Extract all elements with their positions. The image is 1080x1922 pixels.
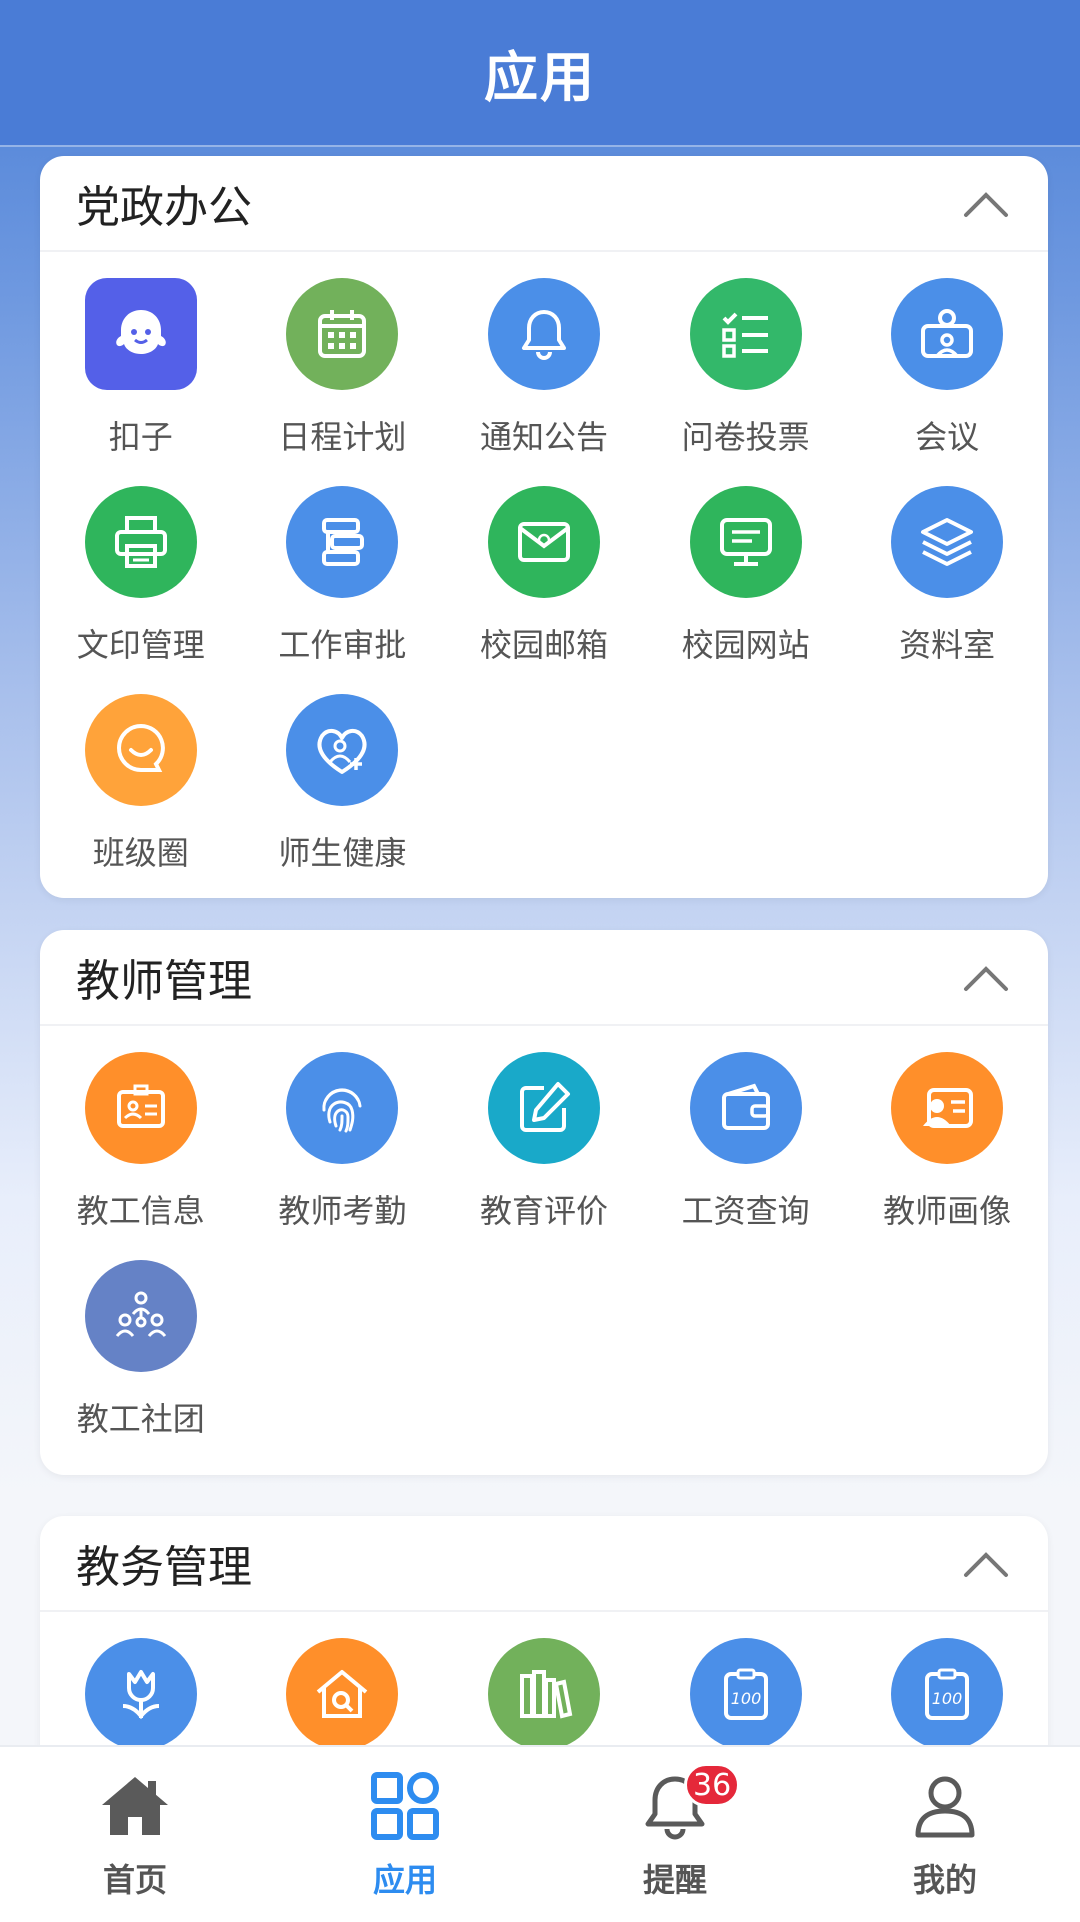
app-label: 班级圈 (92, 834, 189, 872)
apps-grid-icon (371, 1772, 439, 1840)
app-label: 通知公告 (479, 418, 608, 456)
calendar-icon (286, 278, 399, 390)
app-item[interactable]: 工作审批 (242, 486, 444, 694)
app-label: 校园网站 (681, 626, 810, 664)
section-title: 教务管理 (76, 1542, 252, 1593)
section-header[interactable]: 教师管理 (40, 930, 1048, 1026)
tulip-icon (84, 1638, 197, 1750)
section-header[interactable]: 教务管理 (40, 1516, 1048, 1612)
app-item[interactable]: 会议 (846, 278, 1048, 486)
app-label: 师生健康 (278, 834, 407, 872)
chat-smile-icon (84, 694, 197, 806)
app-label: 资料室 (899, 626, 996, 664)
app-item[interactable]: 教工社团 (40, 1260, 242, 1468)
group-icon (84, 1260, 197, 1372)
section-header[interactable]: 党政办公 (40, 156, 1048, 252)
tab-label: 提醒 (642, 1861, 707, 1899)
mail-icon (487, 486, 600, 598)
profile-card-icon (891, 1052, 1004, 1164)
monitor-icon (689, 486, 802, 598)
app-label: 校园邮箱 (479, 626, 608, 664)
app-item[interactable]: 校园邮箱 (443, 486, 645, 694)
svg-text:100: 100 (932, 1689, 963, 1708)
app-item[interactable]: 工资查询 (645, 1052, 847, 1260)
bottom-tab-bar: 首页 应用 36 提醒 我的 (0, 1745, 1080, 1922)
app-item[interactable]: 日程计划 (242, 278, 444, 486)
section-teacher-management: 教师管理 教工信息 教师考勤 教育评价 工资查询 教师画像 教工社团 (40, 930, 1048, 1475)
tab-reminders[interactable]: 36 提醒 (540, 1747, 810, 1922)
app-label: 工作审批 (278, 626, 407, 664)
page-title: 应用 (484, 46, 596, 109)
health-icon (286, 694, 399, 806)
ghost-icon (84, 278, 197, 390)
edit-icon (487, 1052, 600, 1164)
tab-label: 首页 (102, 1861, 167, 1899)
meeting-icon (891, 278, 1004, 390)
books-icon (487, 1638, 600, 1750)
layers-icon (891, 486, 1004, 598)
house-search-icon (286, 1638, 399, 1750)
app-label: 问卷投票 (681, 418, 810, 456)
app-item[interactable]: 教师考勤 (242, 1052, 444, 1260)
app-item[interactable]: 扣子 (40, 278, 242, 486)
score-100-icon: 100 (689, 1638, 802, 1750)
app-item[interactable]: 教工信息 (40, 1052, 242, 1260)
app-item[interactable]: 教师画像 (846, 1052, 1048, 1260)
app-label: 教育评价 (479, 1192, 608, 1230)
chevron-up-icon[interactable] (960, 185, 1012, 221)
svg-text:100: 100 (730, 1689, 761, 1708)
app-item[interactable]: 通知公告 (443, 278, 645, 486)
user-icon (915, 1776, 975, 1838)
approval-icon (286, 486, 399, 598)
app-label: 教工信息 (76, 1192, 205, 1230)
app-label: 教师画像 (883, 1192, 1012, 1230)
score-100-icon: 100 (891, 1638, 1004, 1750)
app-item[interactable]: 资料室 (846, 486, 1048, 694)
home-icon (102, 1777, 168, 1835)
app-header: 应用 (0, 0, 1080, 145)
app-item[interactable]: 班级圈 (40, 694, 242, 898)
tab-mine[interactable]: 我的 (810, 1747, 1080, 1922)
tab-apps[interactable]: 应用 (270, 1747, 540, 1922)
printer-icon (84, 486, 197, 598)
app-label: 扣子 (108, 418, 173, 456)
app-item[interactable]: 文印管理 (40, 486, 242, 694)
app-label: 日程计划 (278, 418, 407, 456)
tab-home[interactable]: 首页 (0, 1747, 270, 1922)
section-party-office: 党政办公 扣子 日程计划 通知公告 问卷投票 会议 文印管理 工作审批 校园邮箱… (40, 156, 1048, 898)
app-item[interactable]: 校园网站 (645, 486, 847, 694)
tab-label: 应用 (372, 1861, 437, 1899)
app-item[interactable]: 师生健康 (242, 694, 444, 898)
app-label: 教工社团 (76, 1400, 205, 1438)
header-divider (0, 145, 1080, 147)
wallet-icon (689, 1052, 802, 1164)
app-label: 会议 (915, 418, 980, 456)
app-label: 教师考勤 (278, 1192, 407, 1230)
chevron-up-icon[interactable] (960, 1545, 1012, 1581)
chevron-up-icon[interactable] (960, 959, 1012, 995)
app-label: 文印管理 (76, 626, 205, 664)
id-card-icon (84, 1052, 197, 1164)
app-item[interactable]: 教育评价 (443, 1052, 645, 1260)
app-item[interactable]: 问卷投票 (645, 278, 847, 486)
section-title: 教师管理 (76, 956, 252, 1007)
tab-label: 我的 (912, 1861, 977, 1899)
app-label: 工资查询 (681, 1192, 810, 1230)
notification-badge: 36 (684, 1763, 741, 1807)
bell-icon (487, 278, 600, 390)
fingerprint-icon (286, 1052, 399, 1164)
checklist-icon (689, 278, 802, 390)
section-title: 党政办公 (76, 182, 252, 233)
